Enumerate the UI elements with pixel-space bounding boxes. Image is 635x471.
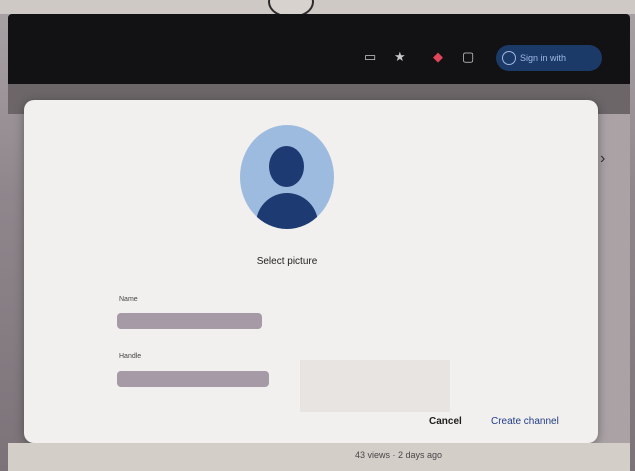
signin-label: Sign in with — [520, 53, 567, 63]
background-ghost-box — [300, 360, 450, 412]
cast-icon[interactable]: ▭ — [364, 50, 376, 64]
page-footer-strip — [8, 443, 630, 471]
name-field-container — [117, 313, 262, 331]
handle-input[interactable] — [117, 373, 269, 389]
video-meta: 43 views · 2 days ago — [355, 450, 443, 460]
avatar-body — [256, 193, 318, 229]
avatar-icon[interactable] — [240, 125, 334, 229]
puzzle-icon[interactable]: ▢ — [462, 50, 474, 64]
name-input[interactable] — [117, 315, 262, 331]
signin-button[interactable]: Sign in with — [496, 45, 602, 71]
handle-label: Handle — [119, 353, 142, 360]
monitor-bezel — [0, 0, 635, 18]
star-icon[interactable]: ★ — [394, 50, 406, 64]
name-label: Name — [119, 296, 138, 303]
account-icon — [502, 51, 516, 65]
handle-field-container — [117, 371, 269, 389]
avatar-head — [269, 146, 304, 187]
select-picture-link[interactable]: Select picture — [200, 256, 374, 267]
extension-icon[interactable]: ◆ — [433, 50, 443, 64]
more-icon[interactable]: › — [600, 150, 605, 168]
cancel-button[interactable]: Cancel — [429, 416, 462, 427]
create-channel-button[interactable]: Create channel — [491, 416, 559, 427]
